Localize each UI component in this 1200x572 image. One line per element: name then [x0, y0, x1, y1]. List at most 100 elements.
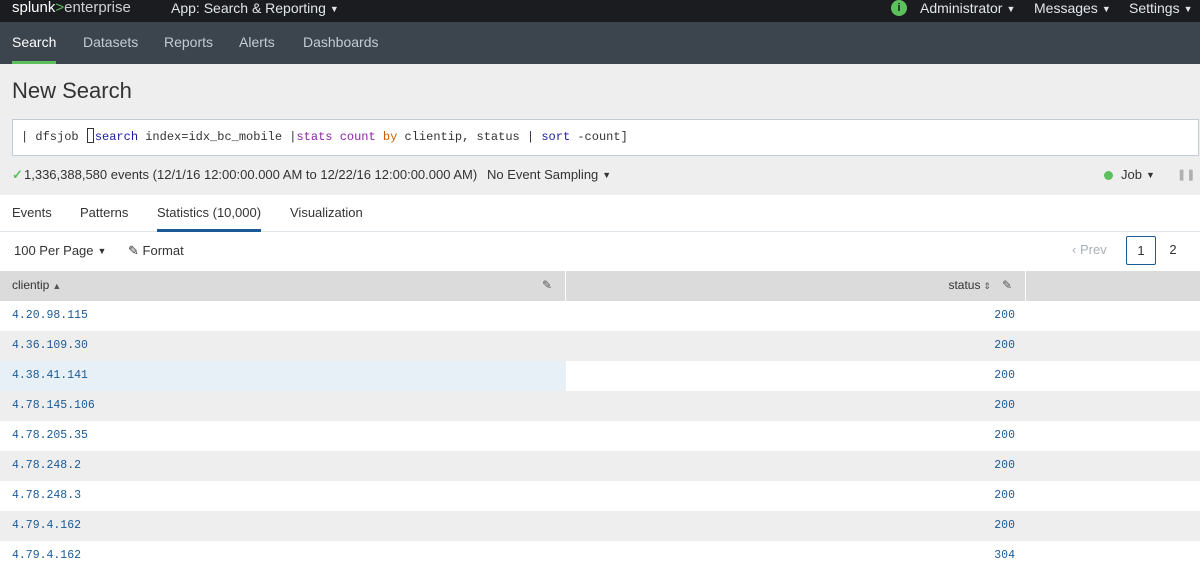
text-cursor — [86, 128, 94, 143]
table-row: 4.78.205.35 200 — [0, 421, 1200, 451]
logo-text: splunk — [12, 0, 56, 16]
per-page-dropdown[interactable]: 100 Per Page ▼ — [14, 232, 106, 270]
search-input[interactable]: | dfsjob search index=idx_bc_mobile |sta… — [12, 119, 1199, 156]
chevron-down-icon: ▼ — [1006, 4, 1016, 14]
table-row: 4.78.248.2 200 — [0, 451, 1200, 481]
nav-reports[interactable]: Reports — [164, 22, 213, 64]
statistics-table: clientip ▲ ✎ status ⇕ ✎ 4.20.98.115 200 4.… — [0, 271, 1200, 571]
chevron-down-icon: ▼ — [1101, 4, 1111, 14]
cell-clientip[interactable]: 4.36.109.30 — [0, 331, 566, 361]
table-row: 4.78.248.3 200 — [0, 481, 1200, 511]
nav-datasets[interactable]: Datasets — [83, 22, 138, 64]
event-sampling-dropdown[interactable]: No Event Sampling ▼ — [487, 162, 611, 188]
query-segment: stats — [296, 130, 333, 144]
top-bar: splunk>enterprise App: Search & Reportin… — [0, 0, 1200, 22]
table-row: 4.79.4.162 200 — [0, 511, 1200, 541]
cell-clientip[interactable]: 4.20.98.115 — [0, 301, 566, 331]
table-header: clientip ▲ ✎ status ⇕ ✎ — [0, 271, 1200, 301]
cell-status[interactable]: 200 — [566, 421, 1026, 451]
logo-product: enterprise — [64, 0, 131, 16]
cell-clientip[interactable]: 4.79.4.162 — [0, 541, 566, 571]
app-menu-label: App: Search & Reporting — [171, 0, 326, 16]
cell-status[interactable]: 200 — [566, 361, 1026, 391]
nav-dashboards[interactable]: Dashboards — [303, 22, 379, 64]
sampling-label: No Event Sampling — [487, 167, 599, 182]
query-segment — [376, 130, 383, 144]
checkmark-icon: ✓ — [12, 167, 23, 182]
cell-status[interactable]: 200 — [566, 511, 1026, 541]
chevron-down-icon: ▼ — [602, 170, 612, 180]
cell-clientip[interactable]: 4.78.205.35 — [0, 421, 566, 451]
logo-separator: > — [55, 0, 65, 16]
table-row: 4.79.4.162 304 — [0, 541, 1200, 571]
messages-label: Messages — [1034, 0, 1098, 16]
nav-search[interactable]: Search — [12, 22, 57, 64]
app-nav-bar: Search Datasets Reports Alerts Dashboard… — [0, 22, 1200, 64]
pause-icon[interactable]: ❚❚ — [1177, 162, 1195, 188]
sort-icon: ⇕ — [983, 281, 991, 291]
tab-patterns[interactable]: Patterns — [80, 195, 128, 232]
administrator-label: Administrator — [920, 0, 1003, 16]
pencil-icon: ✎ — [128, 243, 139, 258]
cell-status[interactable]: 200 — [566, 391, 1026, 421]
tab-events[interactable]: Events — [12, 195, 52, 232]
messages-menu[interactable]: Messages ▼ — [1034, 0, 1111, 16]
cell-status[interactable]: 200 — [566, 301, 1026, 331]
cell-clientip[interactable]: 4.38.41.141 — [0, 361, 566, 391]
query-segment: search — [94, 130, 139, 144]
info-icon[interactable]: i — [891, 0, 907, 16]
chevron-down-icon: ▼ — [329, 4, 339, 14]
query-segment: | dfsjob — [21, 130, 86, 144]
prev-page-button[interactable]: ‹ Prev — [1072, 232, 1107, 268]
cell-clientip[interactable]: 4.78.248.2 — [0, 451, 566, 481]
nav-alerts[interactable]: Alerts — [239, 22, 275, 64]
splunk-logo[interactable]: splunk>enterprise — [12, 0, 131, 16]
chevron-left-icon: ‹ — [1072, 242, 1077, 257]
tab-visualization[interactable]: Visualization — [290, 195, 363, 232]
app-menu[interactable]: App: Search & Reporting ▼ — [171, 0, 339, 16]
query-segment: clientip, status | — [397, 130, 542, 144]
events-count: 1,336,388,580 events (12/1/16 12:00:00.0… — [24, 167, 478, 182]
chevron-down-icon: ▼ — [97, 246, 107, 256]
table-row: 4.20.98.115 200 — [0, 301, 1200, 331]
job-status-icon — [1104, 171, 1113, 180]
format-label: Format — [142, 243, 184, 258]
settings-menu[interactable]: Settings ▼ — [1129, 0, 1193, 16]
cell-status[interactable]: 200 — [566, 481, 1026, 511]
page-title: New Search — [12, 78, 132, 103]
job-menu[interactable]: Job ▼ — [1121, 162, 1155, 188]
tab-statistics[interactable]: Statistics (10,000) — [157, 195, 262, 232]
pencil-icon[interactable]: ✎ — [542, 271, 552, 300]
page-1-button[interactable]: 1 — [1126, 236, 1156, 265]
pencil-icon[interactable]: ✎ — [1002, 271, 1012, 300]
sort-ascending-icon: ▲ — [52, 281, 62, 291]
job-status-row: ✓ 1,336,388,580 events (12/1/16 12:00:00… — [0, 162, 1200, 188]
column-label: status — [948, 278, 981, 292]
job-label: Job — [1121, 167, 1142, 182]
query-segment: sort — [541, 130, 571, 144]
format-button[interactable]: ✎ Format — [128, 232, 184, 270]
cell-clientip[interactable]: 4.79.4.162 — [0, 511, 566, 541]
column-label: clientip — [12, 278, 50, 292]
table-row: 4.78.145.106 200 — [0, 391, 1200, 421]
per-page-label: 100 Per Page — [14, 243, 94, 258]
cell-clientip[interactable]: 4.78.145.106 — [0, 391, 566, 421]
query-segment: count — [339, 130, 376, 144]
results-tabs: Events Patterns Statistics (10,000) Visu… — [0, 195, 1200, 232]
cell-status[interactable]: 200 — [566, 451, 1026, 481]
cell-status[interactable]: 304 — [566, 541, 1026, 571]
column-header-clientip[interactable]: clientip ▲ ✎ — [0, 271, 566, 301]
table-controls: 100 Per Page ▼ ✎ Format ‹ Prev 1 2 — [0, 232, 1200, 271]
prev-label: Prev — [1079, 242, 1107, 257]
chevron-down-icon: ▼ — [1145, 170, 1155, 180]
page-2-button[interactable]: 2 — [1160, 236, 1186, 265]
column-header-status[interactable]: status ⇕ ✎ — [566, 271, 1026, 301]
table-row: 4.38.41.141 200 — [0, 361, 1200, 391]
query-segment: -count] — [570, 130, 628, 144]
cell-status[interactable]: 200 — [566, 331, 1026, 361]
search-header: New Search | dfsjob search index=idx_bc_… — [0, 64, 1200, 195]
settings-label: Settings — [1129, 0, 1180, 16]
administrator-menu[interactable]: Administrator ▼ — [920, 0, 1015, 16]
cell-clientip[interactable]: 4.78.248.3 — [0, 481, 566, 511]
query-segment — [332, 130, 339, 144]
